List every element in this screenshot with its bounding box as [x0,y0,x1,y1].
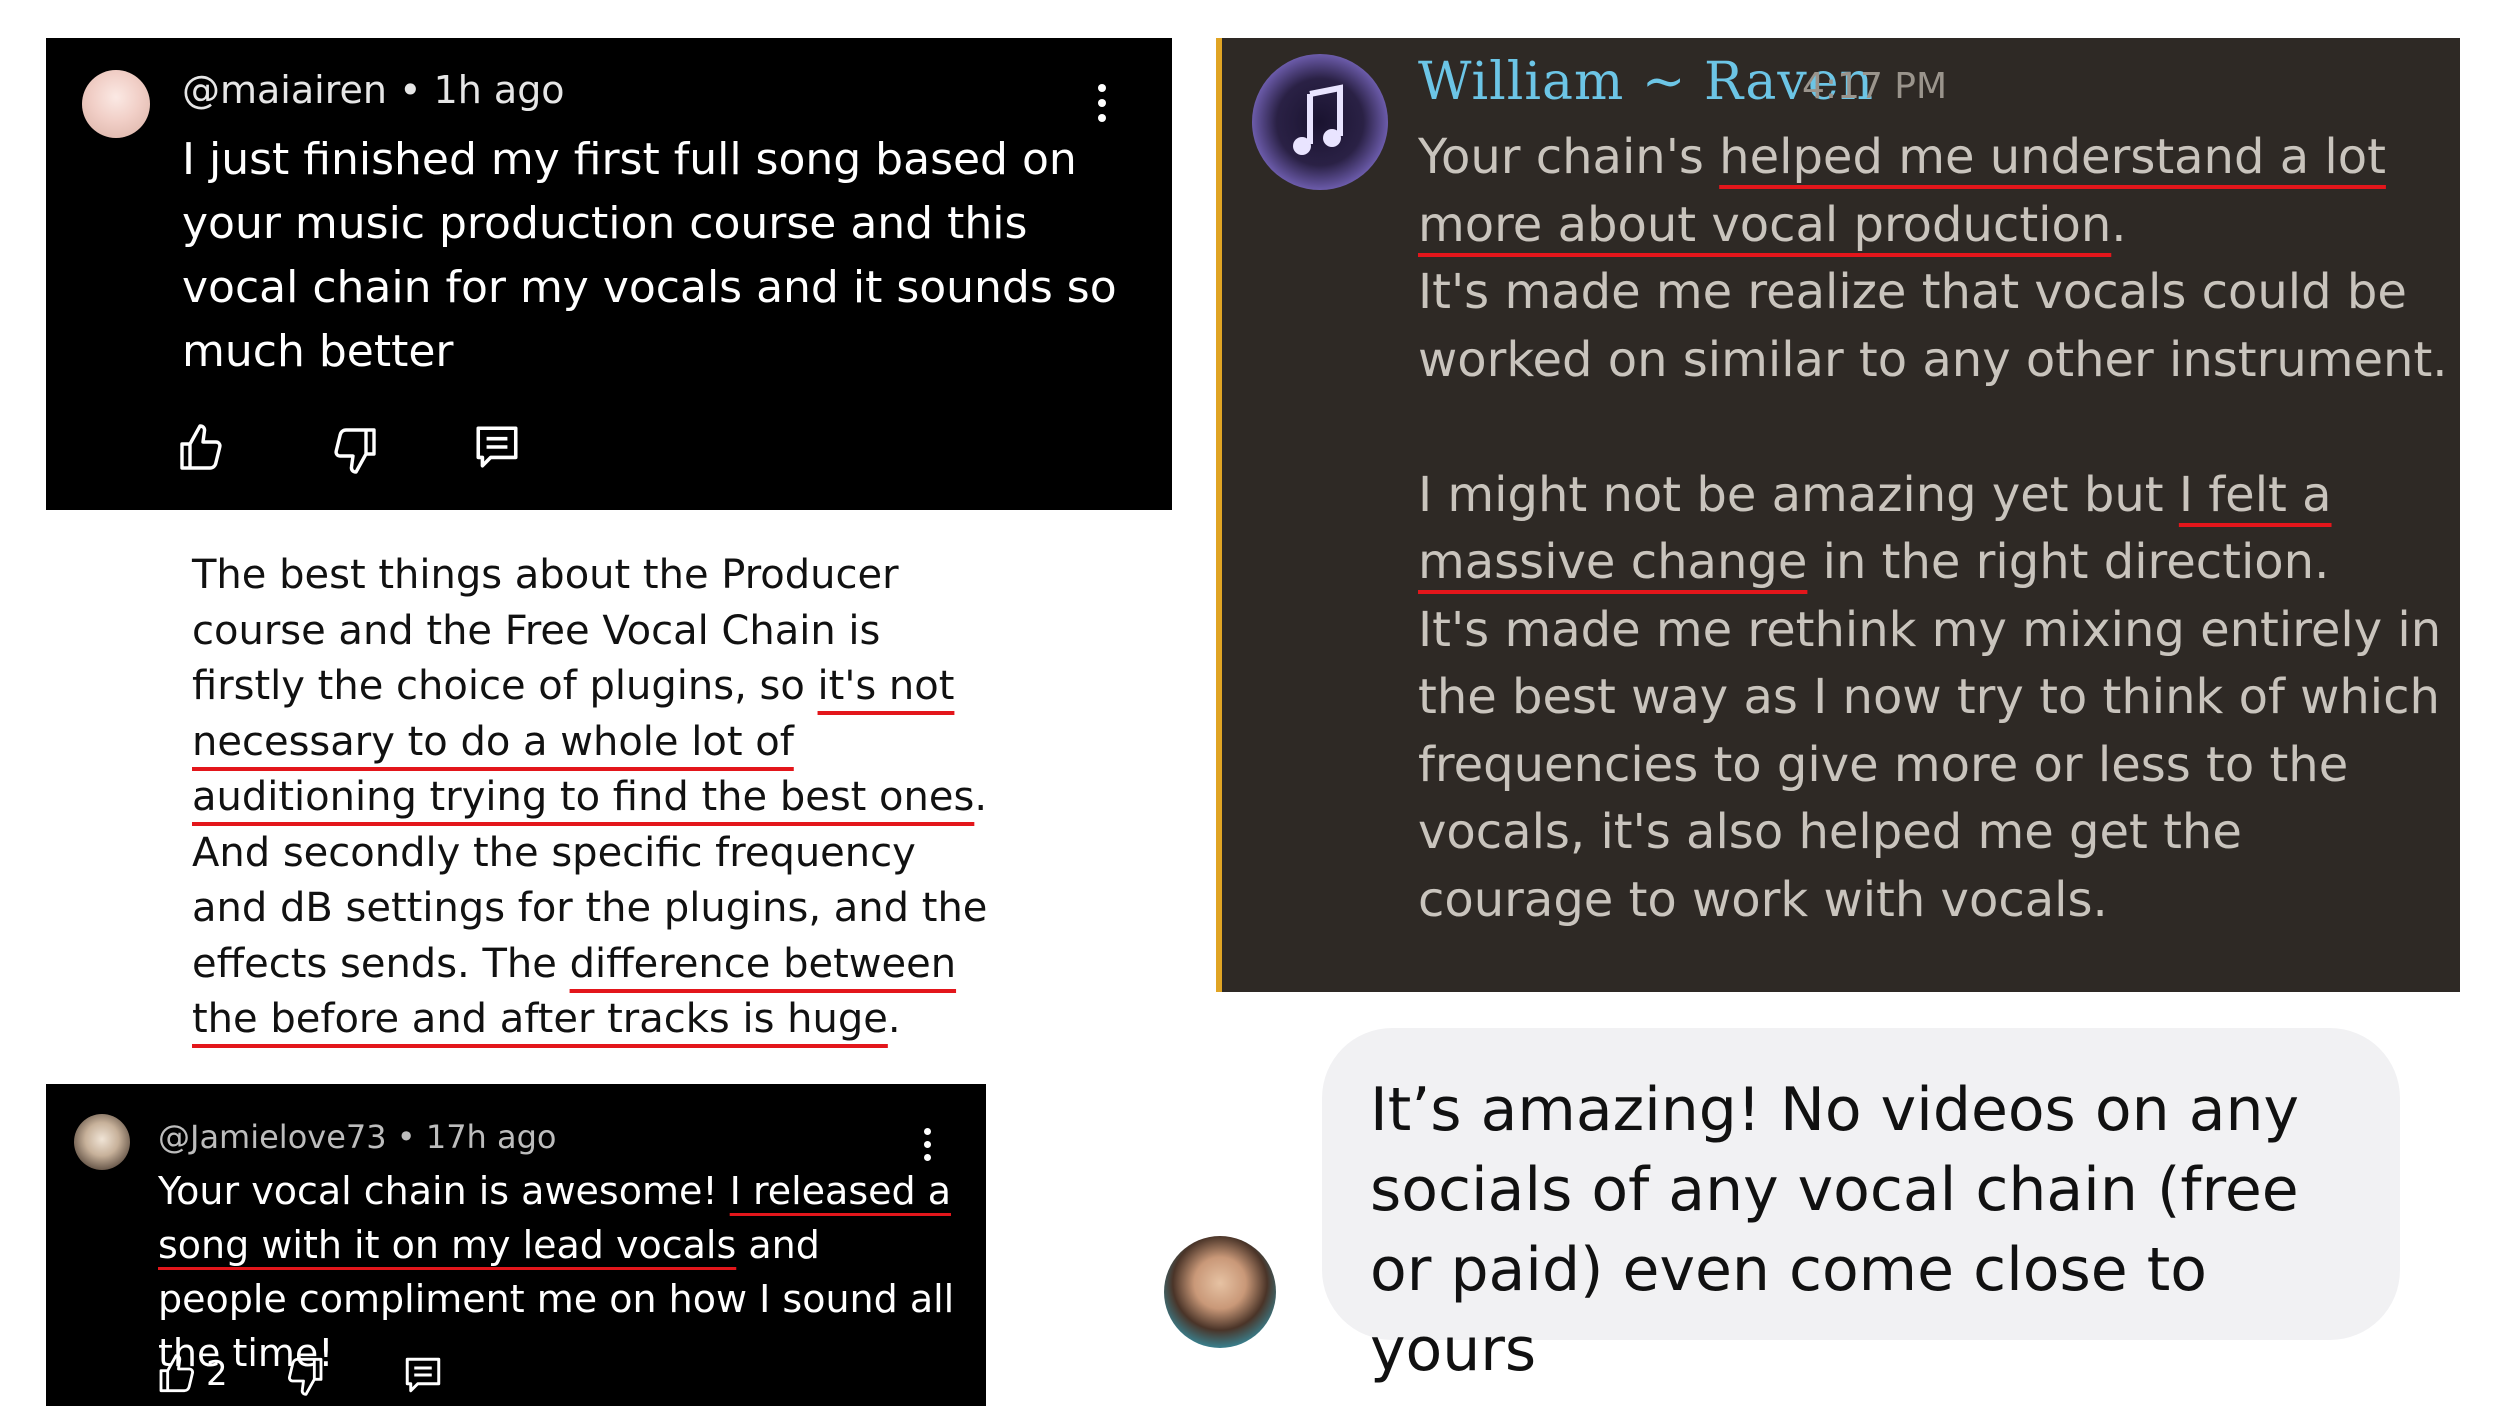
review-text-part: The best things about the Producer cours… [192,552,899,709]
chat-bubble: It’s amazing! No videos on any socials o… [1322,1028,2400,1385]
like-button[interactable]: 2 [156,1352,228,1396]
comment-meta: @maiairen • 1h ago [182,68,565,112]
comment-icon[interactable] [402,1354,444,1396]
comment-meta: @Jamielove73 • 17h ago [158,1118,557,1156]
more-vertical-icon[interactable] [924,1128,931,1167]
avatar[interactable] [1252,54,1388,190]
youtube-comment-jamielove73: @Jamielove73 • 17h ago Your vocal chain … [46,1084,986,1406]
avatar[interactable] [82,70,150,138]
thumbs-up-icon[interactable] [156,1352,196,1396]
comment-icon[interactable] [472,422,522,472]
chat-message-text: It’s amazing! No videos on any socials o… [1370,1075,2300,1385]
timestamp: 4:17 PM [1802,66,1948,107]
avatar[interactable] [1164,1236,1276,1348]
youtube-comment-maiairen: @maiairen • 1h ago I just finished my fi… [46,38,1172,510]
comment-text: Your vocal chain is awesome! I released … [158,1164,958,1380]
comment-text: I just finished my first full song based… [182,134,1117,377]
username[interactable]: @maiairen [182,68,387,112]
separator-dot: • [399,68,434,112]
course-review-text: The best things about the Producer cours… [192,548,992,1048]
separator-dot: • [396,1118,426,1156]
timestamp: 1h ago [433,68,565,112]
username[interactable]: @Jamielove73 [158,1118,387,1156]
message-text-part: in the right direction. It's made me ret… [1418,534,2442,928]
more-vertical-icon[interactable] [1098,84,1106,129]
thumbs-up-icon[interactable] [176,422,224,474]
discord-message: William ~ Raven 4:17 PM Your chain's hel… [1216,38,2460,992]
like-count: 2 [206,1354,228,1394]
timestamp: 17h ago [425,1118,557,1156]
music-note-icon [1293,84,1343,155]
avatar[interactable] [74,1114,130,1170]
message-text: Your chain's helped me understand a lot … [1418,124,2448,934]
thumbs-down-icon[interactable] [286,1354,326,1398]
message-text-part: Your chain's [1418,129,1720,185]
review-text-part: . [887,996,901,1042]
comment-text-part: Your vocal chain is awesome! [158,1169,730,1213]
thumbs-down-icon[interactable] [332,424,380,476]
